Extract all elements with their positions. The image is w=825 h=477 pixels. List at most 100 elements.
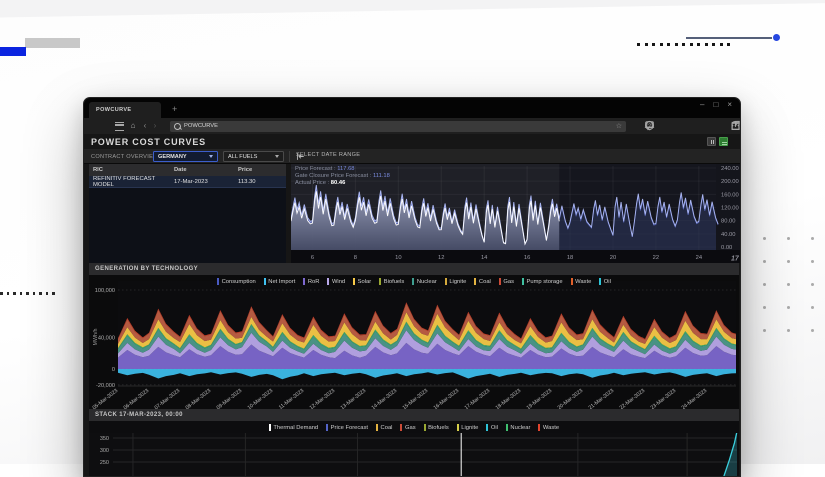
legend-item[interactable]: Pump storage	[522, 278, 563, 285]
legend-item[interactable]: Solar	[353, 278, 371, 285]
svg-text:8: 8	[354, 255, 357, 261]
table-cell: 17-Mar-2023	[170, 179, 234, 185]
svg-text:MWh/h: MWh/h	[93, 328, 99, 345]
svg-text:17: 17	[731, 256, 740, 263]
svg-text:80.00: 80.00	[721, 219, 736, 225]
search-bar[interactable]: ☆	[170, 121, 626, 132]
legend-item[interactable]: RoR	[303, 278, 319, 285]
legend-swatch	[445, 278, 447, 285]
section-stack[interactable]: STACK 17-MAR-2023, 00:00	[89, 409, 739, 421]
legend-item[interactable]: Price Forecast	[326, 424, 368, 431]
legend-swatch	[400, 424, 402, 431]
legend-swatch	[457, 424, 459, 431]
legend-item[interactable]: Coal	[474, 278, 490, 285]
legend-item[interactable]: Coal	[376, 424, 392, 431]
fuels-select[interactable]: ALL FUELS	[223, 151, 284, 162]
minimize-button[interactable]: –	[700, 100, 704, 109]
table-body: REFINITIV FORECAST MODEL17-Mar-2023113.3…	[89, 176, 286, 188]
legend-label: Solar	[358, 279, 372, 285]
svg-text:18: 18	[567, 255, 573, 261]
workspace: RIC Date Price REFINITIV FORECAST MODEL1…	[89, 164, 739, 263]
stack-chart[interactable]: 350300250	[89, 433, 739, 477]
help-icon[interactable]: ?	[644, 120, 655, 131]
legend-item[interactable]: Lignite	[445, 278, 467, 285]
country-select[interactable]: GERMANY	[153, 151, 218, 162]
decor-dot-grid	[763, 237, 814, 332]
layout-grid-icon[interactable]	[719, 137, 728, 146]
svg-text:06-Mar-2023: 06-Mar-2023	[123, 388, 151, 409]
svg-text:24: 24	[696, 255, 703, 261]
legend-item[interactable]: Nuclear	[412, 278, 436, 285]
menu-icon[interactable]	[115, 122, 124, 131]
svg-text:?: ?	[648, 124, 651, 130]
svg-text:300: 300	[100, 448, 109, 454]
new-tab-button[interactable]: +	[172, 103, 177, 115]
browser-tab-powcurve[interactable]: POWCURVE	[89, 102, 161, 118]
svg-text:19-Mar-2023: 19-Mar-2023	[526, 388, 554, 409]
legend-label: Biofuels	[384, 279, 405, 285]
section-generation[interactable]: GENERATION BY TECHNOLOGY	[89, 263, 739, 275]
stack-chart-panel[interactable]: Thermal Demand Price Forecast Coal Gas Biofu…	[89, 421, 739, 477]
legend-label: Pump storage	[526, 279, 562, 285]
legend-label: Wind	[332, 279, 345, 285]
chevron-down-icon	[209, 155, 213, 158]
legend-label: Gas	[405, 425, 416, 431]
legend-item[interactable]: Biofuels	[424, 424, 449, 431]
legend-item[interactable]: Nuclear	[506, 424, 530, 431]
svg-text:20: 20	[610, 255, 616, 261]
svg-text:160.00: 160.00	[721, 192, 739, 198]
generation-chart[interactable]: 100,00040,0000-20,000MWh/h05-Mar-202306-…	[89, 275, 739, 409]
svg-text:16: 16	[524, 255, 530, 261]
select-date-range-button[interactable]: SELECT DATE RANGE	[296, 152, 360, 158]
svg-text:20-Mar-2023: 20-Mar-2023	[557, 388, 585, 409]
legend-swatch	[571, 278, 573, 285]
legend-swatch	[424, 424, 426, 431]
table-cell: 113.30	[234, 179, 286, 185]
legend-item[interactable]: Lignite	[457, 424, 479, 431]
legend-item[interactable]: Oil	[486, 424, 498, 431]
favorite-star-icon[interactable]: ☆	[616, 122, 622, 130]
legend-label: Waste	[575, 279, 591, 285]
svg-text:0: 0	[112, 367, 115, 373]
legend-item[interactable]: Wind	[327, 278, 345, 285]
controls-row: CONTRACT OVERVIEW GERMANY ALL FUELS SELE…	[84, 149, 740, 164]
legend-swatch	[326, 424, 328, 431]
date-range-icon	[296, 152, 305, 161]
table-row[interactable]: REFINITIV FORECAST MODEL17-Mar-2023113.3…	[89, 176, 286, 188]
svg-text:17-Mar-2023: 17-Mar-2023	[464, 388, 492, 409]
maximize-button[interactable]: □	[713, 100, 718, 109]
legend-label: Consumption	[222, 279, 256, 285]
svg-text:22: 22	[653, 255, 659, 261]
svg-text:14-Mar-2023: 14-Mar-2023	[371, 388, 399, 409]
svg-text:15-Mar-2023: 15-Mar-2023	[402, 388, 430, 409]
svg-text:08-Mar-2023: 08-Mar-2023	[185, 388, 213, 409]
page-title: POWER COST CURVES	[84, 134, 740, 147]
legend-swatch	[499, 278, 501, 285]
svg-text:21-Mar-2023: 21-Mar-2023	[588, 388, 616, 409]
legend-item[interactable]: Oil	[599, 278, 611, 285]
legend-item[interactable]: Net Import	[264, 278, 296, 285]
legend-label: RoR	[308, 279, 320, 285]
decor-dotted-line-top	[637, 43, 730, 46]
legend-item[interactable]: Gas	[400, 424, 415, 431]
home-icon[interactable]: ⌂	[128, 121, 138, 131]
svg-text:12-Mar-2023: 12-Mar-2023	[309, 388, 337, 409]
forward-icon[interactable]: ›	[150, 121, 160, 131]
legend-item[interactable]: Waste	[571, 278, 592, 285]
close-button[interactable]: ×	[727, 100, 732, 109]
legend-item[interactable]: Consumption	[217, 278, 256, 285]
more-icon[interactable]	[730, 120, 741, 131]
legend-item[interactable]: Biofuels	[379, 278, 404, 285]
panel-toggle-icon[interactable]	[707, 137, 716, 146]
legend-swatch	[486, 424, 488, 431]
legend-item[interactable]: Waste	[538, 424, 559, 431]
price-chart-panel[interactable]: Price Forecast117.68 Gate Closure Price …	[291, 164, 741, 263]
svg-text:10: 10	[395, 255, 401, 261]
legend-item[interactable]: Gas	[499, 278, 514, 285]
generation-chart-panel[interactable]: 100,00040,0000-20,000MWh/h05-Mar-202306-…	[89, 275, 739, 409]
svg-text:100,000: 100,000	[95, 288, 115, 294]
legend-item[interactable]: Thermal Demand	[269, 424, 318, 431]
search-input[interactable]	[184, 123, 616, 129]
legend-swatch	[353, 278, 355, 285]
back-icon[interactable]: ‹	[140, 121, 150, 131]
